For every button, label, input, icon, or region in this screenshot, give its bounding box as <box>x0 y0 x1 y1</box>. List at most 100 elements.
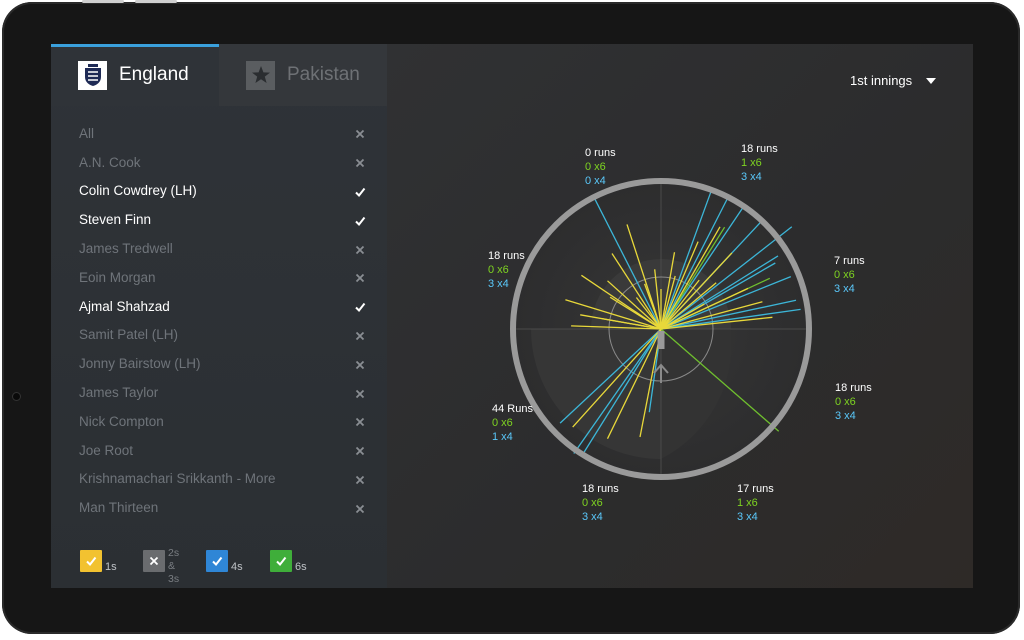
zone-label: 0 runs 0 x6 0 x4 <box>585 147 616 187</box>
player-item[interactable]: Jonny Bairstow (LH) <box>51 349 387 378</box>
player-item[interactable]: All <box>51 119 387 148</box>
player-name: Colin Cowdrey (LH) <box>79 183 197 199</box>
close-icon[interactable] <box>354 502 366 514</box>
check-icon <box>270 550 292 572</box>
legend-label: 1s <box>105 561 117 573</box>
england-crest-icon <box>78 60 107 90</box>
close-icon[interactable] <box>354 329 366 341</box>
player-name: All <box>79 125 95 141</box>
player-name: Steven Finn <box>79 212 152 228</box>
player-item[interactable]: Nick Compton <box>51 407 387 436</box>
tab-england[interactable]: England <box>51 44 219 106</box>
pakistan-star-icon <box>246 60 275 90</box>
zone-sixes: 0 x6 <box>585 161 606 173</box>
zone-label: 18 runs 1 x6 3 x4 <box>741 143 778 183</box>
zone-runs: 18 runs <box>488 250 525 262</box>
close-icon[interactable] <box>354 271 366 283</box>
close-icon[interactable] <box>354 415 366 427</box>
zone-label: 18 runs 0 x6 3 x4 <box>582 483 619 523</box>
player-item[interactable]: Man Thirteen <box>51 493 387 522</box>
player-item[interactable]: James Taylor <box>51 378 387 407</box>
player-name: A.N. Cook <box>79 154 141 170</box>
legend-label: 2s <box>168 547 180 559</box>
zone-label: 18 runs 0 x6 3 x4 <box>835 382 872 422</box>
camera <box>13 393 20 400</box>
close-icon[interactable] <box>354 358 366 370</box>
player-name: Man Thirteen <box>79 500 159 516</box>
zone-sixes: 1 x6 <box>737 497 758 509</box>
pitch-strip <box>657 331 665 349</box>
check-icon[interactable] <box>354 214 366 226</box>
close-icon[interactable] <box>354 473 366 485</box>
zone-fours: 3 x4 <box>737 511 758 523</box>
tab-pakistan-label: Pakistan <box>287 64 360 85</box>
hardware-button <box>135 0 177 3</box>
close-icon[interactable] <box>354 387 366 399</box>
zone-sixes: 0 x6 <box>834 269 855 281</box>
zone-runs: 18 runs <box>835 382 872 394</box>
check-icon[interactable] <box>354 185 366 197</box>
player-name: Jonny Bairstow (LH) <box>79 356 201 372</box>
player-name: Krishnamachari Srikkanth - More <box>79 471 276 487</box>
close-icon[interactable] <box>354 127 366 139</box>
team-tabs: England Pakistan <box>51 44 387 106</box>
zone-fours: 3 x4 <box>741 171 762 183</box>
wagon-wheel-chart: 0 runs 0 x6 0 x4 18 runs 1 x6 3 x4 7 runs 0 x6 3… <box>488 143 872 523</box>
legend-label: 6s <box>295 561 307 573</box>
tab-england-label: England <box>119 64 189 85</box>
player-name: Ajmal Shahzad <box>79 298 170 314</box>
player-name: James Taylor <box>79 385 159 401</box>
check-icon <box>206 550 228 572</box>
zone-fours: 1 x4 <box>492 431 513 443</box>
player-list: All A.N. Cook Colin Cowdrey (LH) Steven Fin… <box>51 119 387 522</box>
zone-label: 7 runs 0 x6 3 x4 <box>834 255 865 295</box>
player-name: Joe Root <box>79 442 134 458</box>
zone-label: 17 runs 1 x6 3 x4 <box>737 483 774 523</box>
zone-runs: 44 Runs <box>492 403 533 415</box>
player-item[interactable]: Krishnamachari Srikkanth - More <box>51 465 387 494</box>
check-icon[interactable] <box>354 300 366 313</box>
check-icon <box>80 550 102 572</box>
zone-fours: 3 x4 <box>582 511 603 523</box>
player-item[interactable]: Samit Patel (LH) <box>51 321 387 350</box>
zone-fours: 3 x4 <box>835 410 856 422</box>
wagon-wheel-panel: 1st innings 0 runs 0 x6 0 x4 18 runs 1 x… <box>387 44 973 588</box>
player-item[interactable]: A.N. Cook <box>51 148 387 177</box>
close-icon[interactable] <box>354 156 366 168</box>
zone-runs: 18 runs <box>741 143 778 155</box>
hardware-button <box>82 0 124 3</box>
app-screen: England Pakistan All A.N. Cook Colin Cowdr… <box>51 44 973 588</box>
close-icon[interactable] <box>354 444 366 456</box>
player-item[interactable]: Colin Cowdrey (LH) <box>51 177 387 206</box>
player-item[interactable]: Joe Root <box>51 436 387 465</box>
player-item[interactable]: James Tredwell <box>51 234 387 263</box>
player-item[interactable]: Steven Finn <box>51 205 387 234</box>
zone-sixes: 1 x6 <box>741 157 762 169</box>
player-name: James Tredwell <box>79 241 173 257</box>
zone-runs: 0 runs <box>585 147 616 159</box>
zone-fours: 0 x4 <box>585 175 606 187</box>
active-tab-indicator <box>51 44 219 47</box>
legend-label: 4s <box>231 561 243 573</box>
tab-pakistan[interactable]: Pakistan <box>219 44 387 106</box>
player-name: Samit Patel (LH) <box>79 327 179 343</box>
zone-sixes: 0 x6 <box>582 497 603 509</box>
player-item[interactable]: Ajmal Shahzad <box>51 292 387 321</box>
zone-label: 44 Runs 0 x6 1 x4 <box>492 403 533 443</box>
zone-sixes: 0 x6 <box>835 396 856 408</box>
zone-fours: 3 x4 <box>488 278 509 290</box>
legend-label-secondary: & 3s <box>168 560 180 585</box>
close-icon[interactable] <box>354 243 366 255</box>
zone-runs: 7 runs <box>834 255 865 267</box>
zone-runs: 18 runs <box>582 483 619 495</box>
player-name: Eoin Morgan <box>79 269 156 285</box>
player-item[interactable]: Eoin Morgan <box>51 263 387 292</box>
sidebar: England Pakistan All A.N. Cook Colin Cowdr… <box>51 44 387 588</box>
zone-sixes: 0 x6 <box>488 264 509 276</box>
field-segment <box>531 329 661 459</box>
close-icon <box>143 550 165 572</box>
zone-fours: 3 x4 <box>834 283 855 295</box>
player-name: Nick Compton <box>79 413 164 429</box>
zone-runs: 17 runs <box>737 483 774 495</box>
zone-sixes: 0 x6 <box>492 417 513 429</box>
